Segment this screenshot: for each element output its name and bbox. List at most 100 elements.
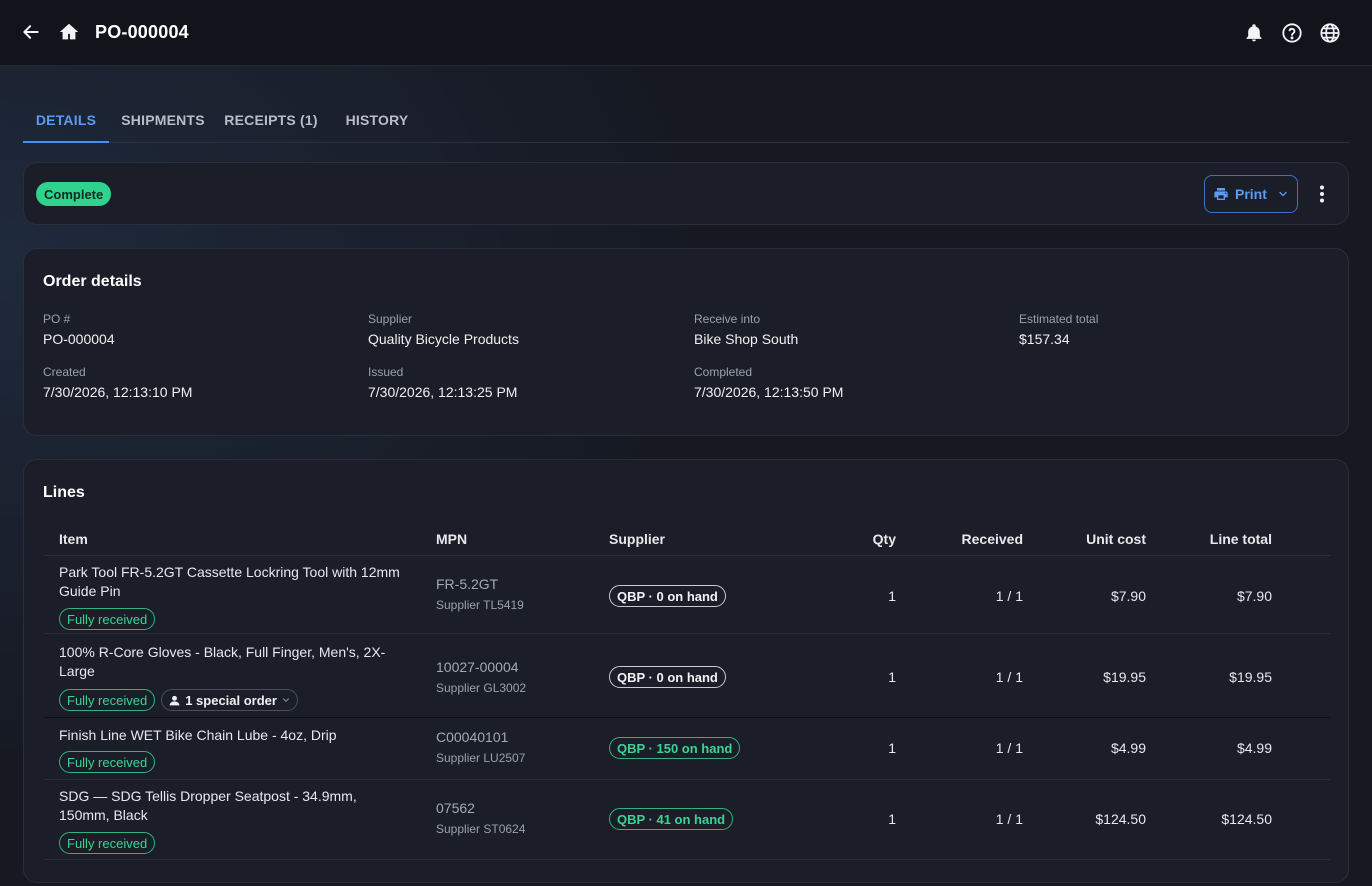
tab-history[interactable]: HISTORY xyxy=(333,98,421,142)
field-supplier: Supplier Quality Bicycle Products xyxy=(368,312,519,347)
column-header-line-total[interactable]: Line total xyxy=(1210,531,1272,547)
field-value: 7/30/2026, 12:13:25 PM xyxy=(368,384,518,400)
supplier-code: Supplier ST0624 xyxy=(436,822,526,836)
person-icon xyxy=(168,694,181,707)
field-completed: Completed 7/30/2026, 12:13:50 PM xyxy=(694,365,843,400)
item-name: 100% R-Core Gloves - Black, Full Finger,… xyxy=(59,644,386,679)
table-row[interactable]: 100% R-Core Gloves - Black, Full Finger,… xyxy=(44,634,1330,718)
field-label: Receive into xyxy=(694,312,761,326)
line-total: $124.50 xyxy=(1221,811,1272,827)
supplier-cell: QBP · 150 on hand xyxy=(609,737,741,759)
fully-received-badge: Fully received xyxy=(59,608,156,630)
status-badge: Complete xyxy=(36,182,112,206)
column-header-qty[interactable]: Qty xyxy=(873,531,896,547)
supplier-code: Supplier LU2507 xyxy=(436,751,526,765)
field-value: PO-000004 xyxy=(43,331,115,347)
received: 1 / 1 xyxy=(995,811,1023,827)
mpn-code: 10027-00004 xyxy=(436,659,519,675)
fully-received-badge: Fully received xyxy=(59,832,156,854)
table-row[interactable]: Finish Line WET Bike Chain Lube - 4oz, D… xyxy=(44,718,1330,780)
supplier-cell: QBP · 41 on hand xyxy=(609,808,734,830)
chevron-down-icon xyxy=(281,695,291,705)
status-cell: Fully received 1 special order xyxy=(59,689,298,711)
field-label: Created xyxy=(43,365,86,379)
status-cell: Fully received xyxy=(59,751,156,773)
special-order-label: 1 special order xyxy=(185,692,277,708)
page-title: PO-000004 xyxy=(95,22,189,42)
qty: 1 xyxy=(888,669,896,685)
tab-details[interactable]: DETAILS xyxy=(23,98,109,143)
column-header-unit-cost[interactable]: Unit cost xyxy=(1086,531,1146,547)
tab-bar: DETAILS SHIPMENTS RECEIPTS (1) HISTORY xyxy=(23,98,1349,143)
field-value: Quality Bicycle Products xyxy=(368,331,519,347)
order-details-card: Order details PO # PO-000004 Supplier Qu… xyxy=(23,248,1349,436)
chevron-down-icon xyxy=(1277,188,1289,200)
more-vertical-icon[interactable] xyxy=(1310,182,1334,206)
line-total: $19.95 xyxy=(1229,669,1272,685)
line-total: $7.90 xyxy=(1236,588,1272,604)
column-header-item[interactable]: Item xyxy=(59,531,88,547)
printer-icon xyxy=(1213,186,1229,202)
fully-received-badge: Fully received xyxy=(59,751,156,773)
special-order-badge[interactable]: 1 special order xyxy=(161,689,298,711)
bell-icon[interactable] xyxy=(1242,21,1266,45)
status-cell: Fully received xyxy=(59,608,156,630)
tab-shipments[interactable]: SHIPMENTS xyxy=(109,98,217,142)
table-row[interactable]: SDG — SDG Tellis Dropper Seatpost - 34.9… xyxy=(44,780,1330,860)
supplier-stock-badge[interactable]: QBP · 0 on hand xyxy=(609,666,726,688)
top-bar: PO-000004 xyxy=(0,0,1372,66)
order-details-title: Order details xyxy=(43,273,142,290)
qty: 1 xyxy=(888,811,896,827)
unit-cost: $19.95 xyxy=(1103,669,1146,685)
unit-cost: $124.50 xyxy=(1095,811,1146,827)
column-header-mpn[interactable]: MPN xyxy=(436,531,467,547)
field-value: Bike Shop South xyxy=(694,331,799,347)
mpn-cell: 07562 Supplier ST0624 xyxy=(436,800,525,836)
received: 1 / 1 xyxy=(995,740,1023,756)
lines-table: Item MPN Supplier Qty Received Unit cost… xyxy=(44,522,1330,860)
field-estimated-total: Estimated total $157.34 xyxy=(1019,312,1098,347)
column-header-supplier[interactable]: Supplier xyxy=(609,531,665,547)
fully-received-badge: Fully received xyxy=(59,689,156,711)
item-name: Park Tool FR-5.2GT Cassette Lockring Too… xyxy=(59,564,400,599)
table-row[interactable]: Park Tool FR-5.2GT Cassette Lockring Too… xyxy=(44,556,1330,634)
home-icon[interactable] xyxy=(57,20,81,44)
mpn-cell: 10027-00004 Supplier GL3002 xyxy=(436,659,526,695)
back-icon[interactable] xyxy=(19,20,43,44)
mpn-cell: C00040101 Supplier LU2507 xyxy=(436,729,525,765)
mpn-code: C00040101 xyxy=(436,729,509,745)
status-card: Complete Print xyxy=(23,162,1349,225)
field-created: Created 7/30/2026, 12:13:10 PM xyxy=(43,365,192,400)
supplier-stock-badge[interactable]: QBP · 0 on hand xyxy=(609,585,726,607)
field-value: 7/30/2026, 12:13:50 PM xyxy=(694,384,844,400)
table-header: Item MPN Supplier Qty Received Unit cost… xyxy=(44,522,1330,556)
supplier-code: Supplier TL5419 xyxy=(436,598,524,612)
unit-cost: $4.99 xyxy=(1110,740,1146,756)
line-total: $4.99 xyxy=(1236,740,1272,756)
globe-icon[interactable] xyxy=(1318,21,1342,45)
supplier-stock-badge[interactable]: QBP · 150 on hand xyxy=(609,737,741,759)
field-label: PO # xyxy=(43,312,71,326)
field-value: 7/30/2026, 12:13:10 PM xyxy=(43,384,193,400)
field-label: Issued xyxy=(368,365,404,379)
lines-card: Lines Item MPN Supplier Qty Received Uni… xyxy=(23,459,1349,883)
field-receive-into: Receive into Bike Shop South xyxy=(694,312,798,347)
status-cell: Fully received xyxy=(59,832,156,854)
mpn-code: FR-5.2GT xyxy=(436,576,499,592)
qty: 1 xyxy=(888,740,896,756)
lines-title: Lines xyxy=(43,484,85,501)
print-button[interactable]: Print xyxy=(1204,175,1298,213)
column-header-received[interactable]: Received xyxy=(962,531,1023,547)
received: 1 / 1 xyxy=(995,588,1023,604)
mpn-cell: FR-5.2GT Supplier TL5419 xyxy=(436,576,524,612)
field-label: Supplier xyxy=(368,312,413,326)
supplier-stock-badge[interactable]: QBP · 41 on hand xyxy=(609,808,734,830)
field-label: Estimated total xyxy=(1019,312,1099,326)
received: 1 / 1 xyxy=(995,669,1023,685)
field-value: $157.34 xyxy=(1019,331,1070,347)
supplier-cell: QBP · 0 on hand xyxy=(609,666,726,688)
tab-receipts[interactable]: RECEIPTS (1) xyxy=(217,98,325,142)
help-circle-icon[interactable] xyxy=(1280,21,1304,45)
page: PO-000004 DETAILS SHIPMENTS RECEIPTS (1)… xyxy=(0,0,1372,886)
field-po-number: PO # PO-000004 xyxy=(43,312,115,347)
